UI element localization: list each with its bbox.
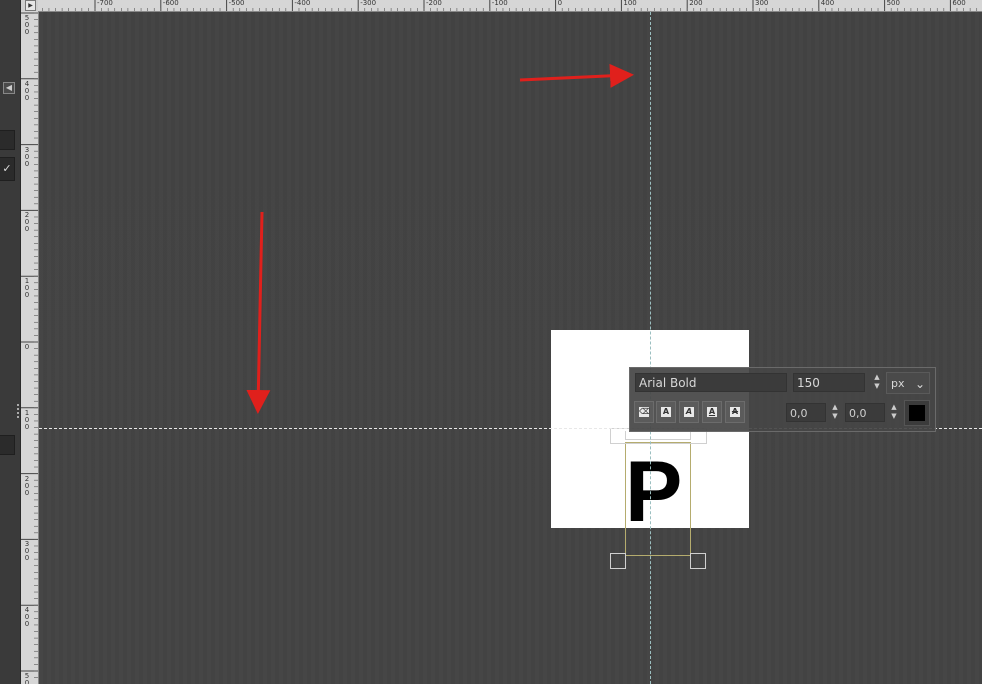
italic-icon: A: [684, 407, 694, 417]
font-size-spinner-icon[interactable]: ▲ ▼: [871, 373, 883, 392]
ruler-label: 400: [24, 79, 30, 102]
kerning-spinner-icon[interactable]: ▲ ▼: [888, 403, 900, 422]
clear-style-icon: ⌫: [639, 407, 651, 417]
tool-option-button[interactable]: [0, 435, 15, 455]
quick-mask-icon[interactable]: ▶: [25, 0, 36, 11]
text-color-button[interactable]: [904, 400, 930, 426]
unit-select[interactable]: px ⌄: [886, 372, 930, 394]
unit-value: px: [891, 377, 905, 390]
tool-option-button[interactable]: [0, 130, 15, 150]
vertical-ruler[interactable]: 500 400 300 200 100 0 100 200 300 400 500: [21, 11, 39, 684]
ruler-label: -300: [360, 0, 377, 7]
ruler-label: 0: [557, 0, 563, 7]
ruler-label: 300: [24, 145, 30, 168]
collapse-arrow-icon[interactable]: ◀: [3, 82, 15, 94]
horizontal-ruler-ticks: [42, 0, 978, 11]
vertical-guide[interactable]: [650, 12, 651, 684]
dock-grip-handle[interactable]: [17, 404, 19, 420]
ruler-label: 200: [24, 211, 30, 234]
ruler-label: 100: [24, 408, 30, 431]
ruler-label: -500: [228, 0, 245, 7]
chevron-down-icon: ⌄: [914, 377, 925, 391]
horizontal-ruler[interactable]: -700 -600 -500 -400 -300 -200 -100 0 100 200 300 40…: [38, 0, 982, 12]
bold-icon: A: [661, 407, 671, 417]
ruler-label: -400: [294, 0, 311, 7]
font-name-field[interactable]: Arial Bold: [635, 373, 787, 392]
ruler-label: 500: [24, 672, 30, 684]
kerning-field[interactable]: 0,0: [845, 403, 885, 422]
ruler-label: 400: [820, 0, 835, 7]
ruler-label: 500: [24, 14, 30, 36]
strikethrough-button[interactable]: A: [725, 401, 745, 423]
checkmark-icon[interactable]: ✓: [0, 157, 15, 181]
ruler-label: 300: [24, 540, 30, 563]
ruler-label: -200: [426, 0, 442, 7]
ruler-label: 400: [24, 606, 30, 629]
toolbox-strip: ◀ ✓: [0, 0, 21, 684]
underline-icon: A: [707, 407, 717, 417]
ruler-label: 200: [689, 0, 703, 7]
ruler-label: 500: [886, 0, 900, 7]
ruler-label: 100: [24, 277, 30, 300]
ruler-label: 200: [24, 474, 30, 497]
canvas-area[interactable]: P: [39, 12, 982, 684]
ruler-label: 600: [952, 0, 966, 7]
text-box-bottom-right-handle[interactable]: [690, 553, 706, 569]
baseline-spinner-icon[interactable]: ▲ ▼: [829, 403, 841, 422]
text-box-frame[interactable]: [625, 442, 691, 556]
font-size-field[interactable]: 150: [793, 373, 865, 392]
text-tool-overlay: Arial Bold 150 ▲ ▼ px ⌄ ⌫ A A A A 0,0 ▲ ▼ …: [629, 367, 936, 432]
text-box-top-inner-handle[interactable]: [625, 431, 691, 440]
strikethrough-icon: A: [730, 407, 740, 417]
bold-button[interactable]: A: [656, 401, 676, 423]
ruler-label: 100: [623, 0, 637, 7]
clear-style-button[interactable]: ⌫: [634, 401, 654, 423]
baseline-offset-field[interactable]: 0,0: [786, 403, 826, 422]
italic-button[interactable]: A: [679, 401, 699, 423]
ruler-label: -100: [491, 0, 508, 7]
ruler-label: -600: [162, 0, 179, 7]
ruler-label: 0: [24, 343, 30, 351]
text-box-bottom-left-handle[interactable]: [610, 553, 626, 569]
text-color-swatch: [909, 405, 925, 421]
ruler-label: 300: [755, 0, 769, 7]
underline-button[interactable]: A: [702, 401, 722, 423]
ruler-label: -700: [97, 0, 113, 7]
